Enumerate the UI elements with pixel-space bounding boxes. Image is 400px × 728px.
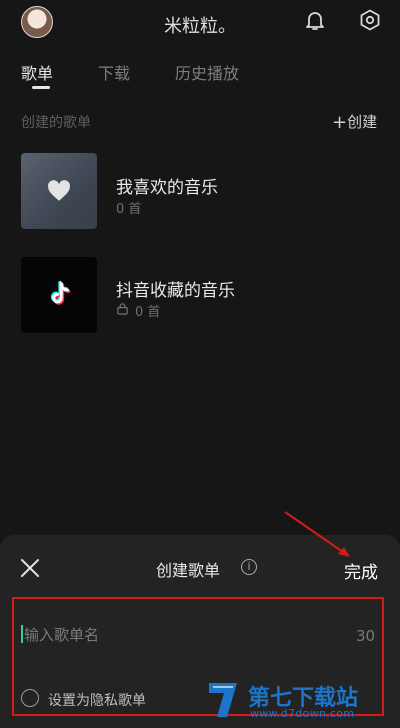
private-radio[interactable] (21, 689, 39, 707)
playlist-name: 抖音收藏的音乐 (116, 281, 235, 301)
user-name-title: 米粒粒。 (164, 16, 236, 37)
create-playlist-button[interactable]: +创建 (332, 111, 377, 133)
info-icon[interactable]: i (241, 559, 257, 575)
active-tab-indicator (32, 86, 50, 89)
private-option-label[interactable]: 设置为隐私歌单 (48, 690, 146, 710)
done-button[interactable]: 完成 (344, 558, 378, 583)
settings-icon[interactable] (358, 8, 382, 32)
created-playlists-label: 创建的歌单 (21, 115, 91, 131)
tab-downloads[interactable]: 下载 (98, 60, 130, 84)
playlist-cover (21, 153, 97, 229)
playlist-track-count: 0 首 (116, 202, 142, 217)
tab-playlists[interactable]: 歌单 (21, 60, 53, 84)
sheet-title-text: 创建歌单 (155, 561, 220, 580)
bell-icon[interactable] (303, 8, 327, 32)
watermark-url: www.d7down.com (250, 707, 355, 720)
annotation-arrow (284, 511, 350, 557)
text-cursor (21, 625, 23, 643)
douyin-logo-icon (50, 280, 71, 305)
playlist-track-count: 0 首 (135, 305, 161, 320)
playlist-cover (21, 257, 97, 333)
char-limit: 30 (356, 627, 376, 645)
plus-icon: + (332, 112, 348, 133)
playlist-name-input[interactable] (24, 621, 324, 649)
lock-icon (117, 303, 128, 315)
create-playlist-label: 创建 (347, 113, 378, 131)
heart-icon (48, 180, 70, 201)
tab-history[interactable]: 历史播放 (175, 60, 239, 84)
watermark-logo-icon (209, 683, 237, 717)
sheet-title: 创建歌单 (0, 557, 400, 581)
playlist-name: 我喜欢的音乐 (116, 178, 218, 198)
